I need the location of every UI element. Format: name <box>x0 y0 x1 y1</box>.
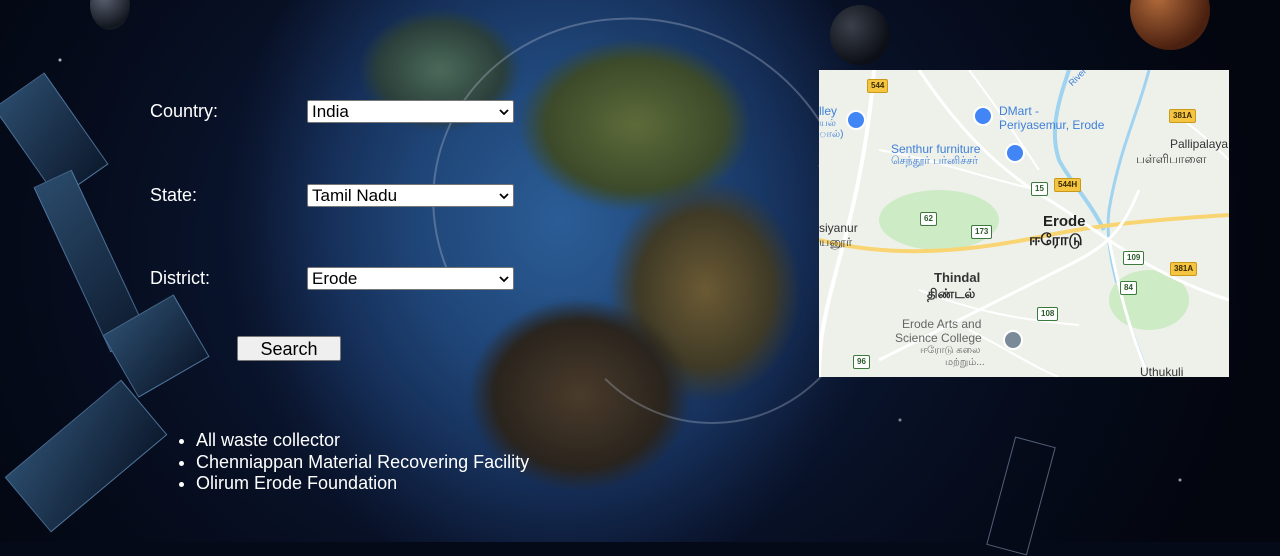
highway-shield: 108 <box>1037 307 1059 321</box>
map-view[interactable]: River 544 381A 544H 15 62 173 109 381A 8… <box>819 70 1229 377</box>
map-label-dmart: DMart - <box>999 104 1039 118</box>
highway-shield: 109 <box>1123 251 1145 265</box>
highway-shield: 381A <box>1170 262 1198 276</box>
map-label-dmart: Periyasemur, Erode <box>999 118 1105 132</box>
state-label: State: <box>150 185 198 205</box>
planet <box>830 5 890 65</box>
map-pin-icon[interactable] <box>1005 143 1025 163</box>
district-select[interactable]: Erode <box>307 267 514 290</box>
map-label-valley: ால்) <box>819 129 844 140</box>
map-label-college: Science College <box>895 331 982 345</box>
map-label-thindal: Thindal <box>934 270 981 285</box>
list-item: Chenniappan Material Recovering Facility <box>196 452 529 474</box>
map-label-college: Erode Arts and <box>902 317 982 331</box>
map-label-pallipalayam: Pallipalaya <box>1170 137 1229 151</box>
country-label: Country: <box>150 101 219 121</box>
results-list: All waste collector Chenniappan Material… <box>178 430 529 495</box>
map-label-college: மற்றும்... <box>945 357 985 368</box>
map-label-pallipalayam: பள்ளிபாளை <box>1136 152 1207 166</box>
country-select[interactable]: India <box>307 100 514 123</box>
map-label-siyanur: siyanur <box>819 221 858 235</box>
district-label: District: <box>150 268 210 288</box>
map-pin-icon[interactable] <box>1003 330 1023 350</box>
highway-shield: 173 <box>971 225 993 239</box>
highway-shield: 544H <box>1054 178 1082 192</box>
map-label-college: ஈரோடு கலை <box>920 345 981 356</box>
map-label-valley: lley <box>819 104 838 118</box>
state-select[interactable]: Tamil Nadu <box>307 184 514 207</box>
highway-shield: 544 <box>867 79 889 93</box>
map-label-erode: Erode <box>1043 213 1086 230</box>
map-label-senthur: செந்தூர் பர்னிச்சர் <box>891 155 979 167</box>
highway-shield: 96 <box>853 355 870 369</box>
highway-shield: 15 <box>1031 182 1048 196</box>
map-label-uthukuli: Uthukuli <box>1140 365 1184 377</box>
list-item: Olirum Erode Foundation <box>196 473 529 495</box>
map-label-thindal: திண்டல் <box>927 286 976 301</box>
map-pin-icon[interactable] <box>973 106 993 126</box>
chevron-down-icon <box>499 109 509 116</box>
map-label-erode: ஈரோடு <box>1029 232 1083 249</box>
district-select-value: Erode <box>312 269 358 288</box>
search-button[interactable]: Search <box>237 336 341 361</box>
country-select-value: India <box>312 102 349 121</box>
country-row: Country: India <box>150 100 514 123</box>
highway-shield: 381A <box>1169 109 1197 123</box>
map-label-siyanur: யனூர் <box>819 235 853 249</box>
state-row: State: Tamil Nadu <box>150 184 514 207</box>
district-row: District: Erode <box>150 267 514 290</box>
chevron-down-icon <box>499 193 509 200</box>
highway-shield: 84 <box>1120 281 1137 295</box>
highway-shield: 62 <box>920 212 937 226</box>
chevron-down-icon <box>499 276 509 283</box>
state-select-value: Tamil Nadu <box>312 186 398 205</box>
map-label-senthur: Senthur furniture <box>891 142 981 156</box>
list-item: All waste collector <box>196 430 529 452</box>
map-pin-icon[interactable] <box>846 110 866 130</box>
